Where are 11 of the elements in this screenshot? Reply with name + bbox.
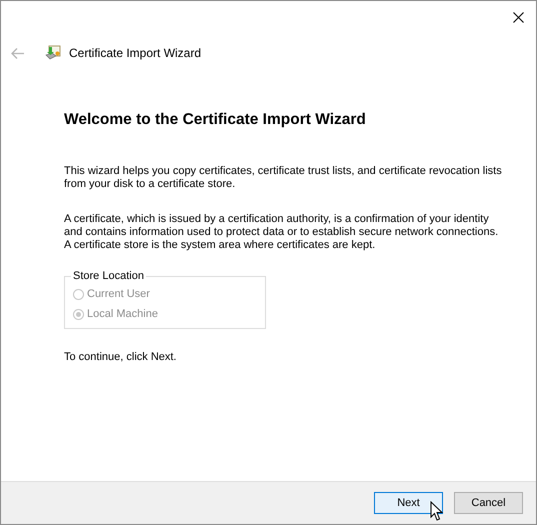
mouse-cursor-icon	[430, 501, 444, 522]
description-text: A certificate, which is issued by a certification authority, is a confirmation of your identity and contains information used to protect data or to establish secure network connections. A certificate store is the system area where certificates are kept.	[64, 213, 500, 252]
group-title: Store Location	[72, 270, 145, 282]
cancel-button[interactable]: Cancel	[454, 492, 523, 514]
wizard-heading: Welcome to the Certificate Import Wizard	[64, 111, 367, 129]
certificate-icon	[44, 44, 61, 62]
window-title: Certificate Import Wizard	[69, 46, 202, 60]
close-icon[interactable]	[510, 9, 526, 25]
back-arrow-icon[interactable]	[11, 48, 24, 58]
instruction-text: To continue, click Next.	[64, 351, 178, 363]
description-text: This wizard helps you copy certificates, certificate trust lists, and certificate revocation lists from your disk to a certificate store.	[64, 165, 503, 191]
